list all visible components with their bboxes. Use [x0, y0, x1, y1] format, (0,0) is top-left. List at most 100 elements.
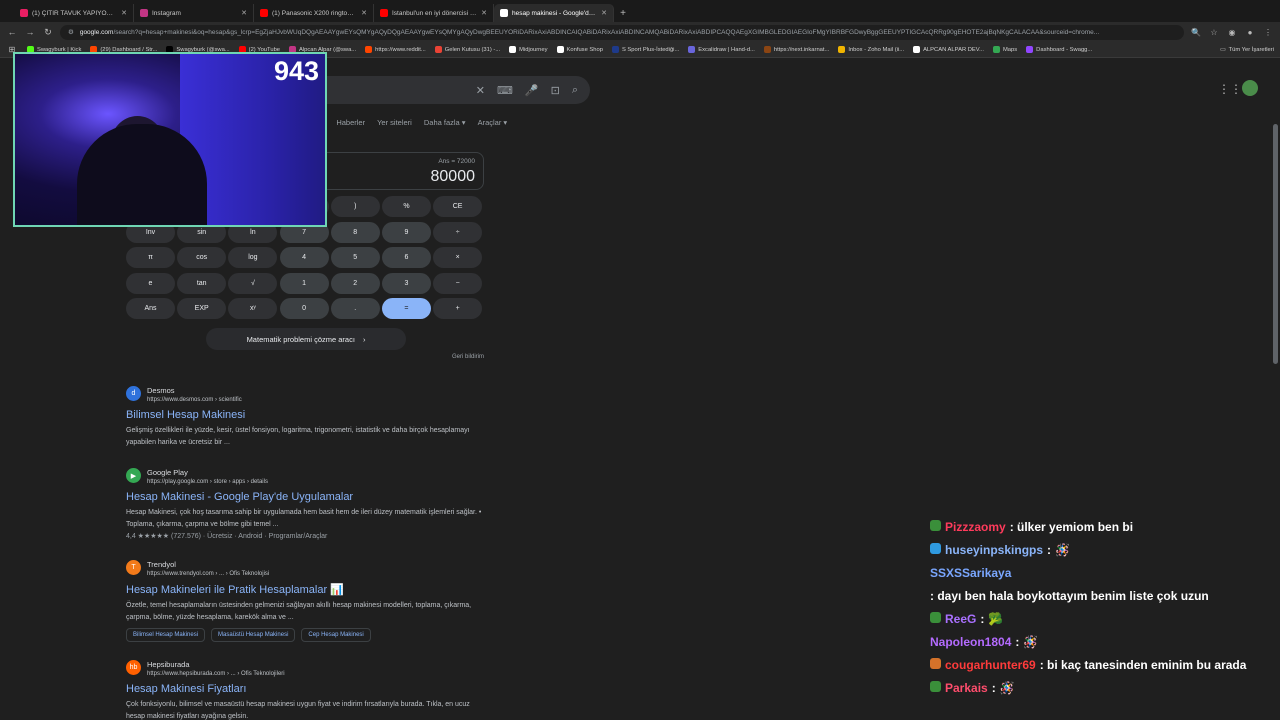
calc-key[interactable]: 1: [279, 272, 329, 294]
folder-icon: ▭: [1220, 46, 1226, 53]
calc-key[interactable]: 4: [279, 247, 329, 268]
calc-key[interactable]: 3: [381, 272, 431, 294]
result-meta: Desmos https://www.desmos.com › scientifi…: [147, 386, 242, 403]
result-title-link[interactable]: Bilimsel Hesap Makinesi: [126, 409, 486, 421]
browser-tab[interactable]: hesap makinesi - Google'da Ar ✕: [494, 4, 614, 22]
calc-key[interactable]: ÷: [433, 221, 483, 243]
calc-key[interactable]: xʸ: [228, 298, 278, 319]
calc-key[interactable]: 2: [330, 272, 380, 294]
browser-tab[interactable]: Instagram ✕: [134, 4, 254, 22]
browser-tab[interactable]: (1) Panasonic X200 ringtones ✕: [254, 4, 374, 22]
calc-key[interactable]: log: [228, 247, 278, 268]
bookmark-item[interactable]: Midjourney: [509, 46, 548, 53]
calc-key[interactable]: ): [330, 196, 380, 217]
browser-tab[interactable]: (1) ÇITIR TAVUK YAPIYORUZ 🐔✕: [14, 4, 134, 22]
close-icon[interactable]: ✕: [481, 9, 487, 17]
calc-key[interactable]: 9: [381, 221, 431, 243]
close-icon[interactable]: ✕: [601, 9, 607, 17]
forward-icon[interactable]: →: [24, 27, 36, 37]
calc-key[interactable]: 8: [330, 221, 380, 243]
scrollbar[interactable]: [1273, 124, 1278, 364]
clear-icon[interactable]: ✕: [476, 84, 485, 97]
close-icon[interactable]: ✕: [121, 9, 127, 17]
zoom-icon[interactable]: 🔍: [1190, 28, 1202, 37]
bookmark-item[interactable]: https://next.inkarnat...: [763, 46, 829, 53]
apps-grid-icon[interactable]: ⋮⋮: [1218, 82, 1242, 96]
bookmark-item[interactable]: Konfuse Shop: [556, 46, 603, 53]
calc-key[interactable]: Ans: [126, 298, 175, 319]
result-site[interactable]: hb Hepsiburada https://www.hepsiburada.com…: [126, 660, 486, 677]
result-site[interactable]: d Desmos https://www.desmos.com › scientif…: [126, 386, 486, 403]
back-icon[interactable]: ←: [6, 27, 18, 37]
bookmark-item[interactable]: Excalidraw | Hand-d...: [688, 46, 755, 53]
chat-badge-icon: [930, 612, 941, 623]
result-title-link[interactable]: Hesap Makinesi - Google Play'de Uygulama…: [126, 491, 486, 503]
chat-message: Parkais: 🪅: [930, 679, 1275, 698]
calc-key[interactable]: .: [330, 298, 380, 319]
calc-key[interactable]: EXP: [177, 298, 227, 319]
microphone-icon[interactable]: 🎤: [525, 84, 539, 97]
site-info-icon[interactable]: ⚙: [68, 28, 74, 36]
result-title-link[interactable]: Hesap Makineleri ile Pratik Hesaplamalar…: [126, 583, 486, 596]
result-chip[interactable]: Masaüstü Hesap Makinesi: [211, 628, 296, 642]
close-icon[interactable]: ✕: [241, 9, 247, 17]
menu-icon[interactable]: ⋮: [1262, 28, 1274, 37]
search-filter-tab[interactable]: Yer siteleri: [377, 118, 412, 127]
bookmark-item[interactable]: Inbox - Zoho Mail (ii...: [838, 46, 904, 53]
bookmark-item[interactable]: Dashboard - Swagg...: [1026, 46, 1092, 53]
keyboard-icon[interactable]: ⌨: [497, 84, 513, 97]
avatar[interactable]: [1242, 80, 1258, 96]
result-snippet: Gelişmiş özellikleri ile yüzde, kesir, ü…: [126, 427, 470, 446]
result-title-link[interactable]: Hesap Makinesi Fiyatları: [126, 683, 486, 695]
math-solver-button[interactable]: Matematik problemi çözme aracı ›: [206, 328, 406, 350]
address-path: /search?q=hesap+makinesi&oq=hesap&gs_lcr…: [113, 28, 1100, 36]
bookmark-item[interactable]: ALPCAN ALPAR DEV...: [913, 46, 984, 53]
calc-key[interactable]: CE: [433, 196, 483, 217]
calc-key[interactable]: tan: [177, 272, 227, 294]
search-filter-tab[interactable]: Haberler: [336, 118, 365, 127]
feedback-link[interactable]: Geri bildirim: [452, 354, 484, 360]
chat-overlay: Pizzzaomy: ülker yemiom ben bi huseyinpsk…: [930, 518, 1275, 702]
result-chip[interactable]: Cep Hesap Makinesi: [301, 628, 371, 642]
result-site[interactable]: ▶ Google Play https://play.google.com › st…: [126, 468, 486, 485]
profile-icon[interactable]: ●: [1244, 28, 1256, 37]
result-chip[interactable]: Bilimsel Hesap Makinesi: [126, 628, 206, 642]
calc-key[interactable]: %: [381, 196, 431, 217]
calc-key[interactable]: 5: [330, 247, 380, 268]
search-input[interactable]: ✕ ⌨ 🎤 ⊡ ⌕: [290, 76, 590, 104]
result-site[interactable]: T Trendyol https://www.trendyol.com › ... …: [126, 560, 486, 577]
bookmark-item[interactable]: Maps: [992, 46, 1017, 53]
calc-key[interactable]: √: [228, 272, 278, 294]
chat-emote-icon: 🥦: [988, 612, 1004, 626]
calc-key[interactable]: =: [381, 298, 431, 319]
calc-key[interactable]: 6: [381, 247, 431, 268]
close-icon[interactable]: ✕: [361, 9, 367, 17]
address-bar[interactable]: ⚙ google.com/search?q=hesap+makinesi&oq=…: [60, 24, 1184, 40]
result-site-name: Hepsiburada: [147, 660, 190, 669]
bookmark-label: Konfuse Shop: [566, 46, 603, 53]
new-tab-icon[interactable]: +: [614, 4, 632, 22]
all-bookmarks-button[interactable]: ▭ Tüm Yer İşaretleri: [1220, 47, 1274, 53]
bookmark-star-icon[interactable]: ☆: [1208, 28, 1220, 37]
calc-key[interactable]: ×: [433, 247, 483, 268]
calc-key[interactable]: −: [433, 272, 483, 294]
bookmark-item[interactable]: Gelen Kutusu (31) -...: [434, 46, 500, 53]
search-filters: larHaberlerYer siteleriDaha fazla ▾Araçl…: [316, 118, 507, 127]
bookmark-item[interactable]: S Sport Plus-İstediği...: [611, 46, 679, 53]
result-snippet: Çok fonksiyonlu, bilimsel ve masaüstü he…: [126, 701, 470, 720]
reload-icon[interactable]: ↻: [42, 27, 54, 38]
chat-emote-icon: 🪅: [999, 681, 1015, 695]
search-filter-tab[interactable]: Daha fazla ▾: [424, 118, 466, 127]
search-icon[interactable]: ⌕: [572, 84, 578, 97]
calc-key[interactable]: cos: [177, 247, 227, 268]
calc-key[interactable]: e: [126, 272, 175, 294]
tab-favicon-icon: [260, 9, 268, 17]
calc-key[interactable]: 0: [279, 298, 329, 319]
search-filter-tab[interactable]: Araçlar ▾: [478, 118, 508, 127]
browser-tab[interactable]: İstanbul'un en iyi dönercisi Sü ✕: [374, 4, 494, 22]
lens-icon[interactable]: ⊡: [551, 84, 560, 97]
calc-key[interactable]: +: [433, 298, 483, 319]
extension-icon[interactable]: ◉: [1226, 28, 1238, 37]
calc-key[interactable]: π: [126, 247, 175, 268]
bookmark-item[interactable]: https://www.reddit...: [365, 46, 426, 53]
